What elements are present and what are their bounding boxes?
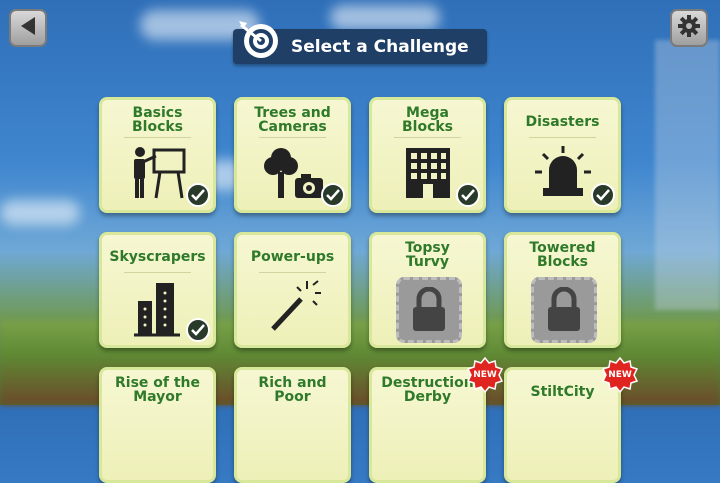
card-title: Disasters xyxy=(525,114,600,130)
title-bar: Select a Challenge xyxy=(233,21,487,64)
challenge-card-towered-blocks[interactable]: Towered Blocks xyxy=(504,232,621,348)
card-divider xyxy=(529,137,596,138)
background-cloud xyxy=(0,200,80,225)
settings-button[interactable] xyxy=(670,9,708,47)
completed-check-icon xyxy=(186,318,210,342)
new-badge-label: NEW xyxy=(473,370,497,380)
background-tower xyxy=(655,40,720,310)
card-divider xyxy=(124,137,191,138)
magic-wand-icon xyxy=(237,279,348,335)
new-badge: NEW xyxy=(602,357,638,393)
card-title: Towered Blocks xyxy=(529,240,596,270)
challenge-card-trees-and-cameras[interactable]: Trees and Cameras xyxy=(234,97,351,213)
card-title: Power-ups xyxy=(250,249,335,265)
card-title: Trees and Cameras xyxy=(254,105,331,135)
card-title: Topsy Turvy xyxy=(405,240,450,270)
gear-icon xyxy=(677,14,701,42)
card-divider xyxy=(259,137,326,138)
back-arrow-icon xyxy=(19,16,37,40)
challenge-card-rich-and-poor[interactable]: Rich and Poor xyxy=(234,367,351,483)
completed-check-icon xyxy=(186,183,210,207)
card-title: Mega Blocks xyxy=(401,105,454,135)
card-title: Rise of the Mayor xyxy=(114,375,201,405)
completed-check-icon xyxy=(591,183,615,207)
challenge-card-mega-blocks[interactable]: Mega Blocks xyxy=(369,97,486,213)
new-badge-label: NEW xyxy=(608,370,632,380)
challenge-card-power-ups[interactable]: Power-ups xyxy=(234,232,351,348)
background-cloud xyxy=(330,5,440,30)
card-divider xyxy=(124,272,191,273)
card-divider xyxy=(394,137,461,138)
lock-icon xyxy=(531,277,597,343)
card-title: Basics Blocks xyxy=(131,105,184,135)
page-title: Select a Challenge xyxy=(291,36,469,57)
lock-icon xyxy=(396,277,462,343)
challenge-card-rise-of-the-mayor[interactable]: Rise of the Mayor xyxy=(99,367,216,483)
card-title: Rich and Poor xyxy=(258,375,327,405)
target-icon xyxy=(237,17,281,65)
card-divider xyxy=(259,272,326,273)
completed-check-icon xyxy=(321,183,345,207)
back-button[interactable] xyxy=(9,9,47,47)
challenge-card-skyscrapers[interactable]: Skyscrapers xyxy=(99,232,216,348)
card-title: Skyscrapers xyxy=(109,249,206,265)
challenge-card-basics-blocks[interactable]: Basics Blocks xyxy=(99,97,216,213)
completed-check-icon xyxy=(456,183,480,207)
new-badge: NEW xyxy=(467,357,503,393)
challenge-card-disasters[interactable]: Disasters xyxy=(504,97,621,213)
challenge-card-topsy-turvy[interactable]: Topsy Turvy xyxy=(369,232,486,348)
